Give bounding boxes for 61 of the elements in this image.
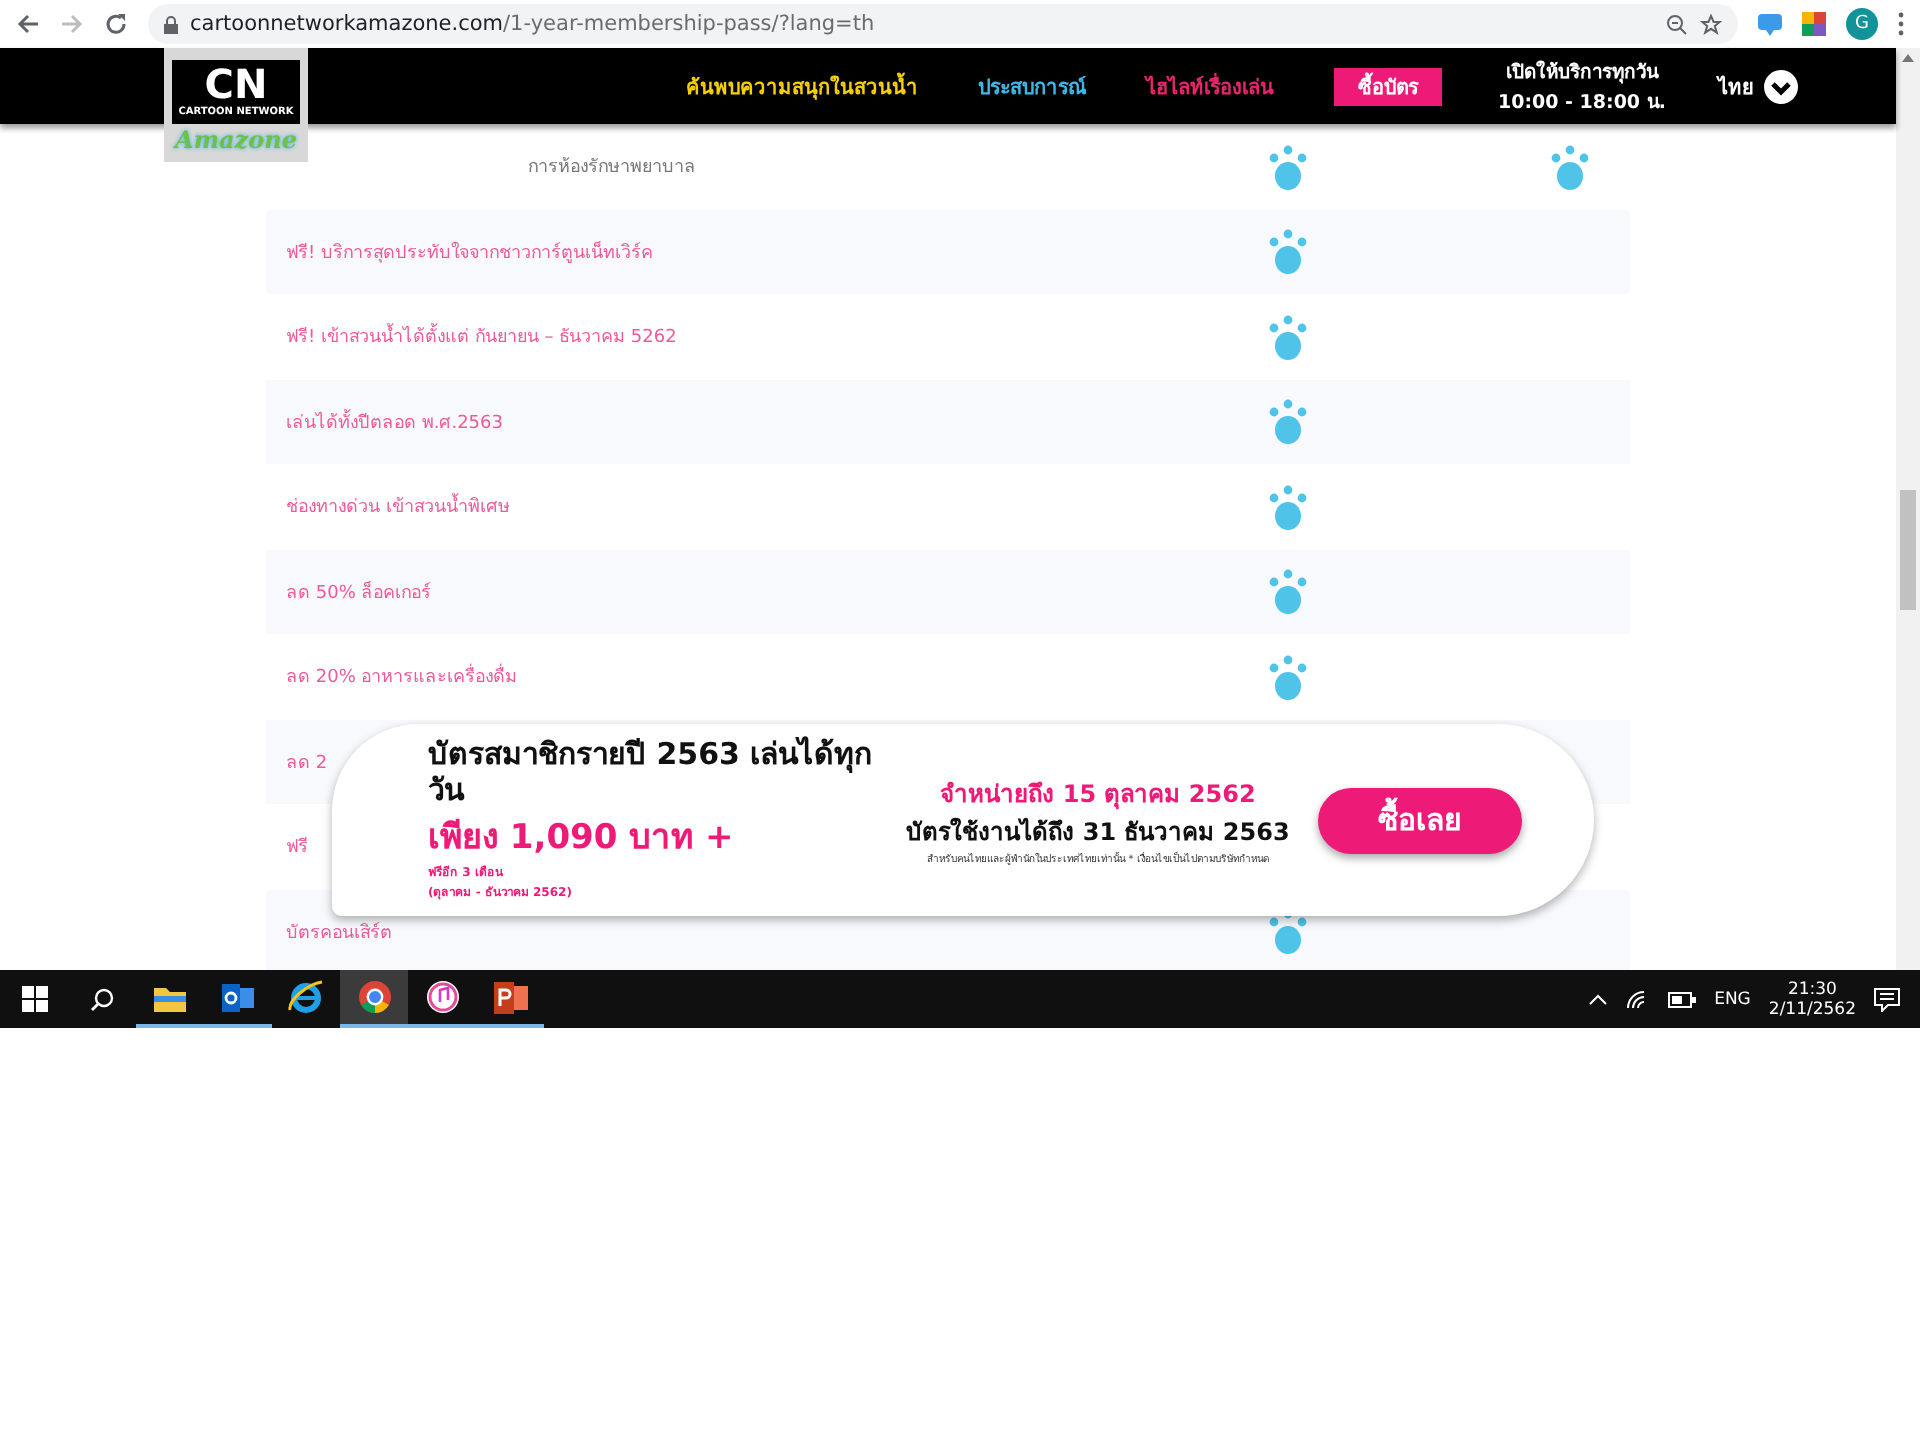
paw-icon — [1266, 568, 1310, 615]
benefit-label: เล่นได้ทั้งปีตลอด พ.ศ.2563 — [284, 407, 503, 436]
promo-price: เพียง 1,090 บาท + — [428, 815, 736, 862]
valid-until: บัตรใช้งานได้ถึง 31 ธันวาคม 2563 — [906, 815, 1290, 850]
paw-icon — [1266, 313, 1310, 360]
color-grid-icon[interactable] — [1802, 12, 1826, 36]
benefit-label: ฟรี — [284, 835, 308, 861]
opening-days: เปิดให้บริการทุกวัน — [1505, 56, 1658, 86]
reload-icon[interactable] — [104, 12, 128, 36]
paw-icon — [1266, 143, 1310, 190]
scrollbar[interactable] — [1896, 48, 1920, 970]
buy-ticket-button[interactable]: ซื้อบัตร — [1334, 67, 1442, 105]
scroll-thumb[interactable] — [1900, 490, 1916, 610]
benefit-label: บัตรคอนเสิร์ต — [284, 920, 392, 946]
address-bar[interactable]: cartoonnetworkamazone.com/1-year-membership-pass/?lang=th — [148, 4, 1738, 44]
benefit-label: ฟรี! บริการสุดประทับใจจากชาวการ์ตูนเน็ทเวิร์ค — [284, 239, 653, 266]
profile-avatar[interactable]: G — [1846, 8, 1878, 40]
chevron-down-icon — [1763, 69, 1798, 103]
benefit-label: ลด 20% อาหารและเครื่องดื่ม — [266, 662, 518, 691]
clock-date[interactable]: 2/11/2562 — [1768, 999, 1856, 1019]
scroll-up-icon[interactable] — [1902, 54, 1914, 62]
clock-time[interactable]: 21:30 — [1787, 979, 1837, 999]
music-icon[interactable] — [425, 980, 459, 1014]
paw-icon — [1266, 483, 1310, 530]
opening-hours: 10:00 - 18:00 น. — [1498, 90, 1666, 116]
paw-icon — [1548, 143, 1592, 190]
logo-mark: CN — [204, 63, 268, 103]
extension-icon[interactable] — [1758, 12, 1782, 36]
paw-icon — [1266, 653, 1310, 700]
mail-app-icon[interactable] — [222, 981, 254, 1013]
back-icon[interactable] — [16, 12, 40, 36]
windows-start-icon[interactable] — [21, 986, 47, 1012]
sale-end-date: จำหน่ายถึง 15 ตุลาคม 2562 — [940, 778, 1256, 812]
url-text: cartoonnetworkamazone.com/1-year-membership-pass/?lang=th — [190, 12, 875, 36]
nav-link[interactable]: ค้นพบความสนุกในสวนน้ำ — [686, 71, 918, 101]
benefit-label: ช่องทางด่วน เข้าสวนน้ำพิเศษ — [266, 492, 510, 521]
paw-icon — [1266, 398, 1310, 445]
paw-icon — [1266, 228, 1310, 275]
logo-name: Amazone — [175, 126, 297, 154]
menu-icon[interactable] — [1898, 12, 1904, 36]
benefit-label: ลด 2 — [284, 751, 328, 776]
battery-icon[interactable] — [1668, 991, 1697, 1007]
buy-now-button[interactable]: ซื้อเลย — [1318, 787, 1522, 853]
zoom-out-icon[interactable] — [1666, 13, 1688, 35]
folder-icon[interactable] — [154, 983, 186, 1011]
chevron-up-icon[interactable] — [1588, 993, 1609, 1005]
notification-icon[interactable] — [1874, 987, 1900, 1011]
benefit-label: การห้องรักษาพยาบาล — [526, 155, 696, 181]
benefit-label: ฟรี! เข้าสวนน้ำได้ตั้งแต่ กันยายน – ธันวาคม 5262 — [266, 322, 677, 351]
benefit-label: ลด 50% ล็อคเกอร์ — [284, 579, 432, 606]
chrome-icon[interactable] — [357, 980, 391, 1014]
nav-link[interactable]: ไฮไลท์เรื่องเล่น — [1146, 71, 1274, 101]
slides-app-icon[interactable] — [493, 981, 527, 1013]
nav-link[interactable]: ประสบการณ์ — [978, 71, 1086, 101]
language-select[interactable]: ไทย — [1717, 69, 1798, 103]
input-language[interactable]: ENG — [1714, 989, 1751, 1009]
star-icon[interactable] — [1700, 13, 1722, 35]
browser-e-icon[interactable] — [288, 980, 324, 1014]
lock-icon — [164, 15, 178, 33]
promo-title: บัตรสมาชิกรายปี 2563 เล่นได้ทุกวัน — [428, 738, 875, 808]
search-icon[interactable] — [90, 987, 114, 1011]
